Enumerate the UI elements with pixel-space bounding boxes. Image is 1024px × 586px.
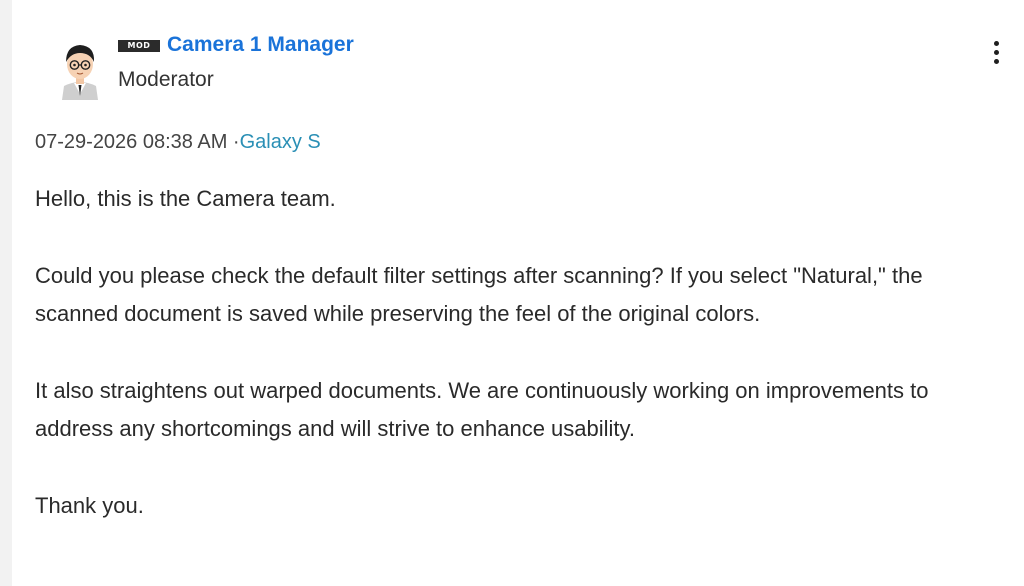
kebab-menu-icon[interactable] [986, 38, 1006, 72]
meta-separator: · [227, 131, 240, 153]
post-paragraph: Hello, this is the Camera team. [35, 186, 336, 211]
post-paragraph: It also straightens out warped documents… [35, 377, 929, 442]
moderator-badge: MOD [118, 40, 160, 52]
post-body: Hello, this is the Camera team. Could yo… [35, 180, 995, 563]
avatar-icon [62, 45, 98, 100]
author-role: Moderator [118, 68, 214, 91]
author-name-link[interactable]: Camera 1 Manager [167, 33, 354, 57]
avatar[interactable] [52, 36, 108, 100]
forum-post: MOD Camera 1 Manager Moderator 07-29-202… [12, 0, 1024, 586]
device-label-link[interactable]: Galaxy S [240, 131, 321, 153]
post-paragraph: Could you please check the default filte… [35, 262, 923, 327]
post-meta: 07-29-2026 08:38 AM ·Galaxy S [35, 131, 321, 154]
post-timestamp: 07-29-2026 08:38 AM [35, 131, 228, 153]
post-paragraph: Thank you. [35, 492, 144, 518]
